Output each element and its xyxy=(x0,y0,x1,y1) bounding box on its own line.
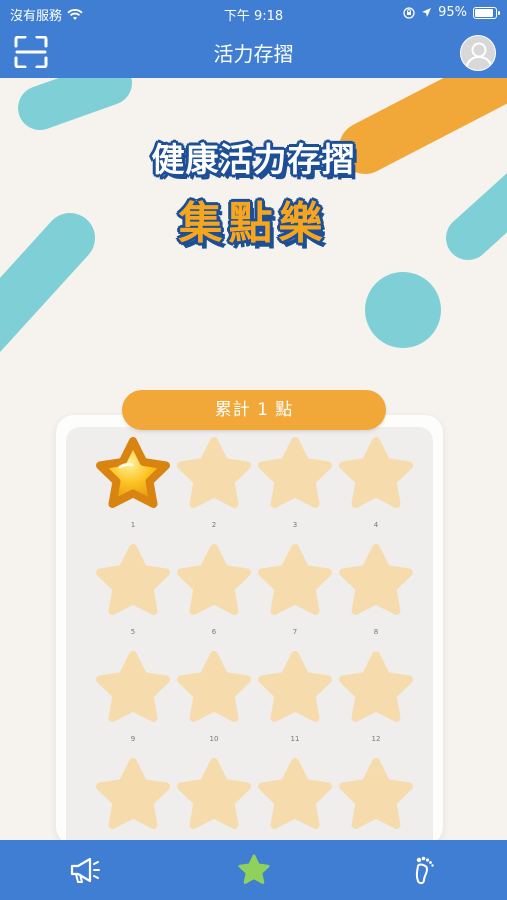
empty-star-icon xyxy=(339,651,413,722)
stamp-number: 4 xyxy=(373,521,379,529)
total-points-badge: 累計 1 點 xyxy=(122,390,386,430)
status-bar: 沒有服務 下午 9:18 95% xyxy=(0,0,507,26)
stamp-earned: 1 xyxy=(92,437,174,529)
stamp-number: 5 xyxy=(130,628,136,636)
gold-star-icon xyxy=(96,437,170,508)
stamp-number: 10 xyxy=(209,735,219,743)
empty-star-icon xyxy=(96,544,170,615)
avatar[interactable] xyxy=(460,35,496,71)
stamp-number: 12 xyxy=(371,735,381,743)
empty-star-icon xyxy=(258,651,332,722)
stamp-number: 11 xyxy=(290,735,300,743)
nav-bar: 活力存摺 xyxy=(0,26,507,78)
hero-banner: 健康活力存摺 集點樂 xyxy=(0,78,507,378)
stamp-empty xyxy=(254,758,336,842)
empty-star-icon xyxy=(258,544,332,615)
stamp-empty: 7 xyxy=(254,544,336,636)
hero-title-line1: 健康活力存摺 xyxy=(151,140,356,179)
stamp-empty: 10 xyxy=(173,651,255,743)
empty-star-icon xyxy=(177,651,251,722)
hero-title-line2: 集點樂 xyxy=(178,198,329,249)
stamp-empty xyxy=(173,758,255,842)
stamp-empty: 9 xyxy=(92,651,174,743)
tab-bar xyxy=(0,840,507,900)
star-icon[interactable] xyxy=(237,854,271,886)
footprint-icon[interactable] xyxy=(408,854,442,886)
stamp-empty: 6 xyxy=(173,544,255,636)
hero-title: 健康活力存摺 集點樂 xyxy=(0,133,507,251)
empty-star-icon xyxy=(339,437,413,508)
page-title: 活力存摺 xyxy=(213,42,294,66)
empty-star-icon xyxy=(96,758,170,829)
stamp-empty: 3 xyxy=(254,437,336,529)
stamp-empty: 2 xyxy=(173,437,255,529)
stamp-number: 3 xyxy=(292,521,298,529)
stamp-empty: 12 xyxy=(335,651,417,743)
stamp-number: 6 xyxy=(211,628,217,636)
stamp-number: 8 xyxy=(373,628,379,636)
orientation-lock-icon xyxy=(403,6,415,19)
empty-star-icon xyxy=(339,758,413,829)
stamp-empty xyxy=(335,758,417,842)
stamp-empty: 5 xyxy=(92,544,174,636)
empty-star-icon xyxy=(339,544,413,615)
stamp-number: 2 xyxy=(211,521,217,529)
battery-icon xyxy=(473,6,500,19)
empty-star-icon xyxy=(96,651,170,722)
empty-star-icon xyxy=(258,758,332,829)
stamp-empty: 8 xyxy=(335,544,417,636)
stamp-empty: 4 xyxy=(335,437,417,529)
empty-star-icon xyxy=(177,544,251,615)
empty-star-icon xyxy=(177,758,251,829)
megaphone-icon[interactable] xyxy=(68,854,102,886)
location-arrow-icon xyxy=(422,8,432,17)
battery-percent: 95% xyxy=(438,5,467,20)
empty-star-icon xyxy=(177,437,251,508)
stamp-number: 9 xyxy=(130,735,136,743)
empty-star-icon xyxy=(258,437,332,508)
status-right-group: 95% xyxy=(403,5,500,20)
stamp-number: 1 xyxy=(130,521,136,529)
stamp-number: 7 xyxy=(292,628,298,636)
stamp-empty xyxy=(92,758,174,842)
stamp-empty: 11 xyxy=(254,651,336,743)
